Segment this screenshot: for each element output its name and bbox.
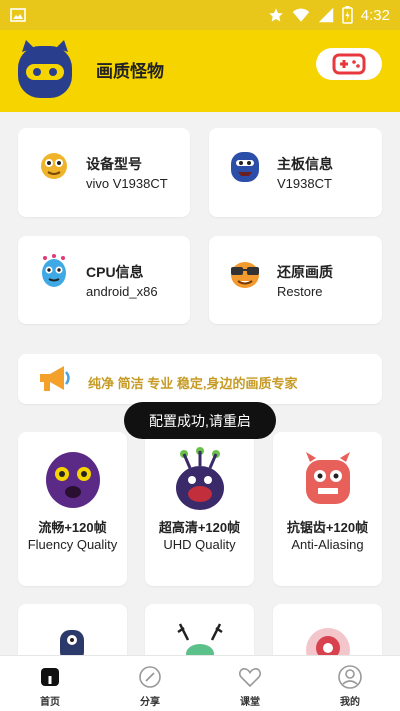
nav-share[interactable]: 分享 — [100, 656, 200, 711]
board-info-title: 主板信息 — [277, 156, 333, 172]
fluency-subtitle: Fluency Quality — [27, 537, 118, 552]
app-header: 画质怪物 — [0, 30, 400, 112]
nav-home[interactable]: 首页 — [0, 656, 100, 711]
mascot-tentacle-icon — [175, 447, 224, 510]
nav-share-label: 分享 — [140, 697, 160, 708]
fluency-title: 流畅+120帧 — [38, 520, 107, 535]
uhd-mode-card[interactable]: 超高清+120帧 UHD Quality — [145, 432, 254, 586]
device-model-value: vivo V1938CT — [86, 176, 168, 191]
nav-class[interactable]: 课堂 — [200, 656, 300, 711]
mascot-balloon-icon — [42, 254, 66, 287]
cpu-info-card[interactable]: CPU信息 android_x86 — [18, 236, 190, 324]
user-icon — [338, 665, 362, 689]
device-model-title: 设备型号 — [86, 156, 142, 172]
cpu-info-title: CPU信息 — [86, 264, 144, 280]
status-time: 4:32 — [360, 6, 390, 24]
heart-icon — [239, 668, 261, 688]
gamepad-icon — [332, 53, 366, 75]
mascot-blue-icon — [231, 152, 259, 182]
star-icon — [269, 8, 283, 22]
wifi-icon — [292, 8, 310, 22]
fluency-mode-card[interactable]: 流畅+120帧 Fluency Quality — [18, 432, 127, 586]
mascot-glasses-icon — [231, 262, 259, 288]
board-info-value: V1938CT — [277, 176, 332, 191]
anti-aliasing-mode-card[interactable]: 抗锯齿+120帧 Anti-Aliasing — [273, 432, 382, 586]
restore-quality-value: Restore — [277, 284, 323, 299]
anti-aliasing-title: 抗锯齿+120帧 — [286, 520, 369, 535]
board-info-card[interactable]: 主板信息 V1938CT — [209, 128, 382, 217]
nav-mine-label: 我的 — [340, 697, 360, 708]
status-bar: 4:32 — [0, 0, 400, 30]
app-title: 画质怪物 — [96, 62, 164, 81]
share-icon — [139, 666, 161, 688]
anti-aliasing-subtitle: Anti-Aliasing — [291, 537, 364, 552]
battery-icon — [342, 6, 353, 24]
restore-quality-card[interactable]: 还原画质 Restore — [209, 236, 382, 324]
mascot-antler-icon — [177, 623, 223, 660]
nav-home-label: 首页 — [40, 697, 60, 708]
slogan-banner: 纯净 简洁 专业 稳定,身边的画质专家 — [18, 354, 382, 404]
megaphone-icon — [40, 366, 70, 391]
image-icon — [10, 8, 26, 22]
cpu-info-value: android_x86 — [86, 284, 158, 299]
home-icon — [41, 668, 59, 686]
toast-message: 配置成功,请重启 — [124, 402, 276, 439]
uhd-subtitle: UHD Quality — [163, 537, 236, 552]
bottom-nav: 首页 分享 课堂 我的 — [0, 655, 400, 711]
app-logo — [18, 40, 72, 98]
device-model-card[interactable]: 设备型号 vivo V1938CT — [18, 128, 190, 217]
nav-class-label: 课堂 — [240, 697, 260, 708]
signal-icon — [318, 7, 333, 23]
nav-mine[interactable]: 我的 — [300, 656, 400, 711]
restore-quality-title: 还原画质 — [277, 264, 333, 280]
uhd-title: 超高清+120帧 — [158, 520, 241, 535]
mascot-red-icon — [305, 452, 350, 504]
mascot-purple-icon — [45, 452, 100, 508]
slogan-text: 纯净 简洁 专业 稳定,身边的画质专家 — [88, 376, 298, 391]
game-button[interactable] — [316, 48, 382, 80]
mascot-yellow-icon — [41, 153, 67, 179]
